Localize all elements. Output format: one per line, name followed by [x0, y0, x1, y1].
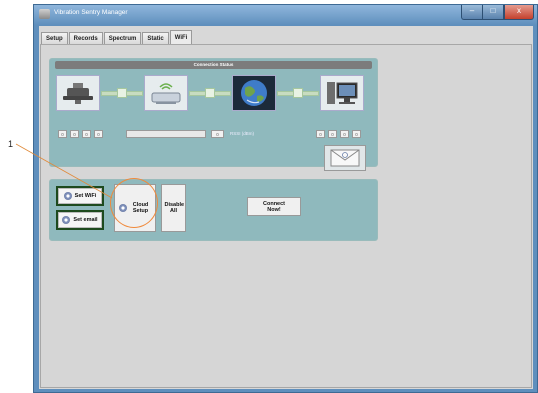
client-area: Setup Records Spectrum Static WiFi Conne… [39, 26, 533, 389]
server-ip-octet-4: 0 [352, 130, 361, 138]
disable-all-label: Disable All [164, 202, 185, 214]
set-wifi-label: Set WiFi [74, 193, 97, 199]
actions-group: Set WiFi Set email Cloud Setup Disable A… [49, 178, 378, 241]
sensor-ip-octet-3: 0 [82, 130, 91, 138]
tab-wifi[interactable]: WiFi [169, 30, 193, 45]
app-icon [39, 9, 50, 19]
connection-indicator-3 [293, 88, 303, 98]
wifi-tab-panel: Connection Status 0 0 0 0 0 RSSI (dBm) 0… [40, 44, 532, 388]
callout-number: 1 [8, 139, 14, 149]
sensor-ip-octet-1: 0 [58, 130, 67, 138]
set-wifi-button[interactable]: Set WiFi [56, 186, 104, 206]
connection-status-header: Connection Status [55, 61, 372, 69]
sensor-ip-octet-2: 0 [70, 130, 79, 138]
envelope-icon [330, 149, 360, 167]
connection-status-group: Connection Status 0 0 0 0 0 RSSI (dBm) 0… [49, 58, 378, 171]
email-button[interactable] [324, 145, 366, 171]
highlight-ring [110, 178, 158, 228]
application-window: Vibration Sentry Manager – □ x Setup Rec… [33, 4, 538, 393]
rssi-label: RSSI (dBm) [230, 131, 255, 136]
connection-indicator-2 [205, 88, 215, 98]
gear-icon [63, 192, 72, 200]
sensor-ip-octet-4: 0 [94, 130, 103, 138]
close-button[interactable]: x [504, 5, 534, 20]
wifi-router-icon [144, 75, 188, 111]
connect-now-label: Connect Now! [263, 200, 285, 213]
rssi-value: 0 [211, 130, 224, 138]
server-ip-octet-2: 0 [328, 130, 337, 138]
globe-icon [232, 75, 276, 111]
maximize-button[interactable]: □ [482, 5, 504, 20]
gear-icon [62, 216, 71, 224]
server-ip-octet-1: 0 [316, 130, 325, 138]
minimize-button[interactable]: – [461, 5, 483, 20]
disable-all-button[interactable]: Disable All [161, 184, 186, 232]
title-bar[interactable]: Vibration Sentry Manager – □ x [34, 5, 537, 25]
set-email-button[interactable]: Set email [56, 210, 104, 230]
set-email-label: Set email [73, 217, 98, 223]
connection-indicator-1 [117, 88, 127, 98]
computer-icon [320, 75, 364, 111]
window-title: Vibration Sentry Manager [54, 9, 128, 16]
tab-bar: Setup Records Spectrum Static WiFi [41, 30, 193, 45]
sensor-device-icon [56, 75, 100, 111]
server-ip-octet-3: 0 [340, 130, 349, 138]
ssid-field [126, 130, 206, 138]
connect-now-button[interactable]: Connect Now! [247, 197, 301, 216]
